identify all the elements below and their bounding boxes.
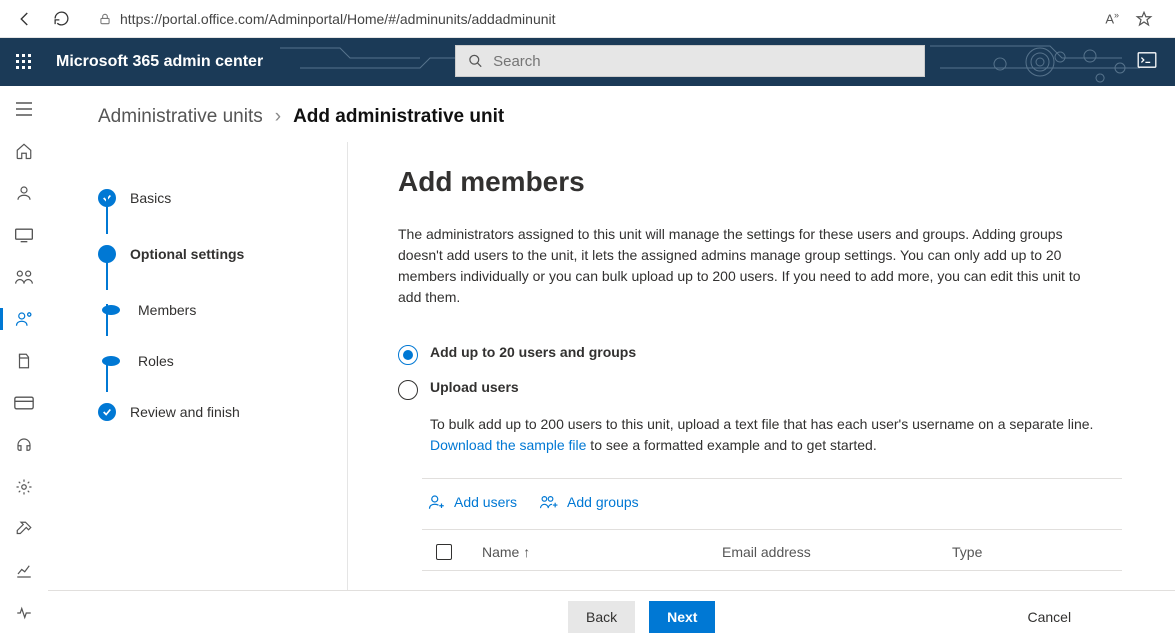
- cancel-button[interactable]: Cancel: [1009, 601, 1089, 633]
- page-description: The administrators assigned to this unit…: [398, 224, 1098, 308]
- step-optional-settings[interactable]: Optional settings: [98, 226, 347, 282]
- next-button[interactable]: Next: [649, 601, 715, 633]
- read-aloud-icon[interactable]: A»: [1105, 10, 1119, 26]
- rail-devices-icon[interactable]: [0, 218, 48, 252]
- main-panel: Add members The administrators assigned …: [348, 142, 1175, 642]
- app-launcher-icon[interactable]: [0, 38, 48, 86]
- search-icon: [468, 53, 483, 69]
- step-dot-icon: [102, 356, 120, 366]
- step-roles[interactable]: Roles: [98, 338, 347, 384]
- breadcrumb-root[interactable]: Administrative units: [98, 106, 263, 128]
- rail-menu-icon[interactable]: [0, 92, 48, 126]
- left-nav-rail: [0, 86, 48, 642]
- url-text: https://portal.office.com/Adminportal/Ho…: [120, 11, 556, 27]
- refresh-browser-button[interactable]: [50, 8, 72, 30]
- rail-health-icon[interactable]: [0, 596, 48, 630]
- step-basics[interactable]: Basics: [98, 170, 347, 226]
- radio-icon: [398, 380, 418, 400]
- back-browser-button[interactable]: [14, 8, 36, 30]
- page-title: Add members: [398, 166, 1135, 198]
- lock-icon: [98, 12, 112, 26]
- step-members[interactable]: Members: [98, 282, 347, 338]
- address-bar[interactable]: https://portal.office.com/Adminportal/Ho…: [86, 4, 1091, 34]
- table-header: Name ↑ Email address Type: [428, 544, 1128, 560]
- rail-resources-icon[interactable]: [0, 344, 48, 378]
- portal-title: Microsoft 365 admin center: [56, 53, 263, 71]
- header-banner: Microsoft 365 admin center: [0, 38, 1175, 86]
- radio-add-up-to-20[interactable]: Add up to 20 users and groups: [398, 344, 1135, 365]
- check-icon: [98, 403, 116, 421]
- favorite-icon[interactable]: [1135, 10, 1153, 28]
- step-review[interactable]: Review and finish: [98, 384, 347, 440]
- download-sample-link[interactable]: Download the sample file: [430, 437, 586, 453]
- breadcrumb-current: Add administrative unit: [293, 106, 504, 128]
- shell-icon[interactable]: [1137, 52, 1157, 68]
- wizard-footer: Back Next Cancel: [48, 590, 1175, 642]
- search-input[interactable]: [493, 53, 912, 70]
- back-button[interactable]: Back: [568, 601, 635, 633]
- upload-hint: To bulk add up to 200 users to this unit…: [430, 414, 1110, 456]
- radio-upload-users[interactable]: Upload users: [398, 379, 1135, 400]
- rail-billing-icon[interactable]: [0, 386, 48, 420]
- breadcrumb: Administrative units › Add administrativ…: [48, 86, 1175, 142]
- rail-setup-icon[interactable]: [0, 512, 48, 546]
- rail-users-icon[interactable]: [0, 176, 48, 210]
- add-users-link[interactable]: Add users: [428, 493, 517, 511]
- rail-teams-icon[interactable]: [0, 260, 48, 294]
- radio-icon: [398, 345, 418, 365]
- rail-roles-icon[interactable]: [0, 302, 48, 336]
- rail-settings-icon[interactable]: [0, 470, 48, 504]
- wizard-stepper: Basics Optional settings Members Roles: [48, 142, 348, 642]
- search-box[interactable]: [455, 45, 925, 77]
- browser-chrome: https://portal.office.com/Adminportal/Ho…: [0, 0, 1175, 38]
- column-type[interactable]: Type: [952, 544, 982, 560]
- rail-home-icon[interactable]: [0, 134, 48, 168]
- rail-reports-icon[interactable]: [0, 554, 48, 588]
- select-all-checkbox[interactable]: [436, 544, 452, 560]
- group-add-icon: [539, 493, 559, 511]
- column-name[interactable]: Name ↑: [482, 544, 692, 560]
- add-groups-link[interactable]: Add groups: [539, 493, 639, 511]
- step-dot-icon: [102, 305, 120, 315]
- person-add-icon: [428, 493, 446, 511]
- column-email[interactable]: Email address: [722, 544, 922, 560]
- rail-support-icon[interactable]: [0, 428, 48, 462]
- chevron-right-icon: ›: [275, 106, 281, 128]
